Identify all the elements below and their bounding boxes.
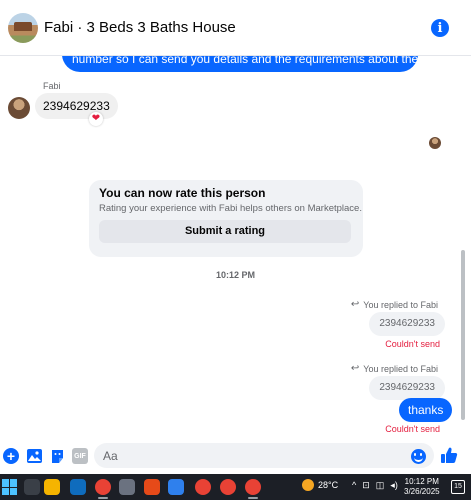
replied-to-label: ↩ You replied to Fabi: [351, 299, 438, 310]
file-explorer-icon[interactable]: [44, 479, 60, 495]
reply-arrow-icon: ↩: [350, 363, 360, 374]
thumbs-up-icon[interactable]: [440, 446, 458, 464]
info-icon[interactable]: i: [431, 19, 449, 37]
sun-icon: [302, 479, 314, 491]
listing-avatar[interactable]: [8, 12, 38, 43]
messenger-window: Fabi · 3 Beds 3 Baths House i number so …: [0, 0, 471, 500]
brave-icon[interactable]: [144, 479, 160, 495]
heart-reaction-icon[interactable]: ❤: [89, 112, 103, 126]
quoted-message[interactable]: 2394629233: [369, 376, 445, 400]
replied-to-text: You replied to Fabi: [363, 363, 438, 374]
replied-to-label: ↩ You replied to Fabi: [351, 363, 438, 374]
chrome-icon[interactable]: [95, 479, 111, 495]
outgoing-message-bubble[interactable]: number so I can send you details and the…: [62, 56, 418, 72]
message-composer: + GIF: [0, 438, 471, 474]
active-app-indicator: [98, 497, 108, 499]
message-input[interactable]: [94, 443, 434, 468]
replied-to-text: You replied to Fabi: [363, 299, 438, 310]
plus-icon[interactable]: +: [3, 448, 19, 464]
rating-card-title: You can now rate this person: [99, 186, 266, 200]
wifi-icon[interactable]: ◫: [376, 480, 385, 491]
submit-rating-button[interactable]: Submit a rating: [99, 220, 351, 243]
sender-avatar[interactable]: [8, 97, 30, 119]
os-taskbar: 28°C ^ ⊡ ◫ ◂) 10:12 PM 3/26/2025 15: [0, 474, 471, 500]
sticker-icon[interactable]: [49, 448, 65, 464]
chevron-up-icon[interactable]: ^: [352, 480, 356, 491]
incoming-message-bubble[interactable]: 2394629233: [35, 93, 118, 119]
clock-date: 3/26/2025: [404, 487, 440, 496]
reply-arrow-icon: ↩: [350, 299, 360, 310]
emoji-icon[interactable]: [411, 449, 426, 464]
windows-start-icon[interactable]: [2, 479, 18, 495]
chat-title[interactable]: Fabi · 3 Beds 3 Baths House: [44, 19, 236, 36]
search-icon[interactable]: [24, 479, 40, 495]
active-app-indicator: [248, 497, 258, 499]
conversation-area[interactable]: number so I can send you details and the…: [0, 56, 471, 438]
system-tray: ^ ⊡ ◫ ◂): [352, 480, 398, 491]
notification-center-icon[interactable]: 15: [451, 480, 465, 494]
volume-icon[interactable]: ◂): [390, 480, 398, 491]
chrome-profile-icon[interactable]: [220, 479, 236, 495]
quoted-message[interactable]: 2394629233: [369, 312, 445, 336]
chrome-profile-icon[interactable]: [195, 479, 211, 495]
weather-widget[interactable]: 28°C: [302, 479, 338, 491]
rating-card: You can now rate this person Rating your…: [89, 180, 363, 257]
app-icon[interactable]: [119, 479, 135, 495]
system-clock[interactable]: 10:12 PM 3/26/2025: [404, 477, 440, 497]
outgoing-message-bubble[interactable]: thanks: [399, 398, 453, 422]
chat-header: Fabi · 3 Beds 3 Baths House i: [0, 0, 471, 56]
gif-icon[interactable]: GIF: [72, 448, 88, 464]
send-failed-status[interactable]: Couldn't send: [385, 424, 440, 434]
send-failed-status[interactable]: Couldn't send: [385, 339, 440, 349]
seen-indicator-avatar: [429, 137, 441, 149]
temperature: 28°C: [318, 480, 339, 490]
clock-time: 10:12 PM: [404, 477, 439, 486]
image-icon[interactable]: [26, 448, 42, 464]
scrollbar-thumb[interactable]: [461, 250, 465, 420]
rating-card-subtitle: Rating your experience with Fabi helps o…: [99, 203, 362, 214]
sender-name: Fabi: [43, 81, 61, 91]
security-icon[interactable]: [168, 479, 184, 495]
message-timestamp: 10:12 PM: [215, 270, 256, 280]
chrome-profile-icon[interactable]: [245, 479, 261, 495]
network-icon[interactable]: ⊡: [362, 480, 370, 491]
outlook-icon[interactable]: [70, 479, 86, 495]
